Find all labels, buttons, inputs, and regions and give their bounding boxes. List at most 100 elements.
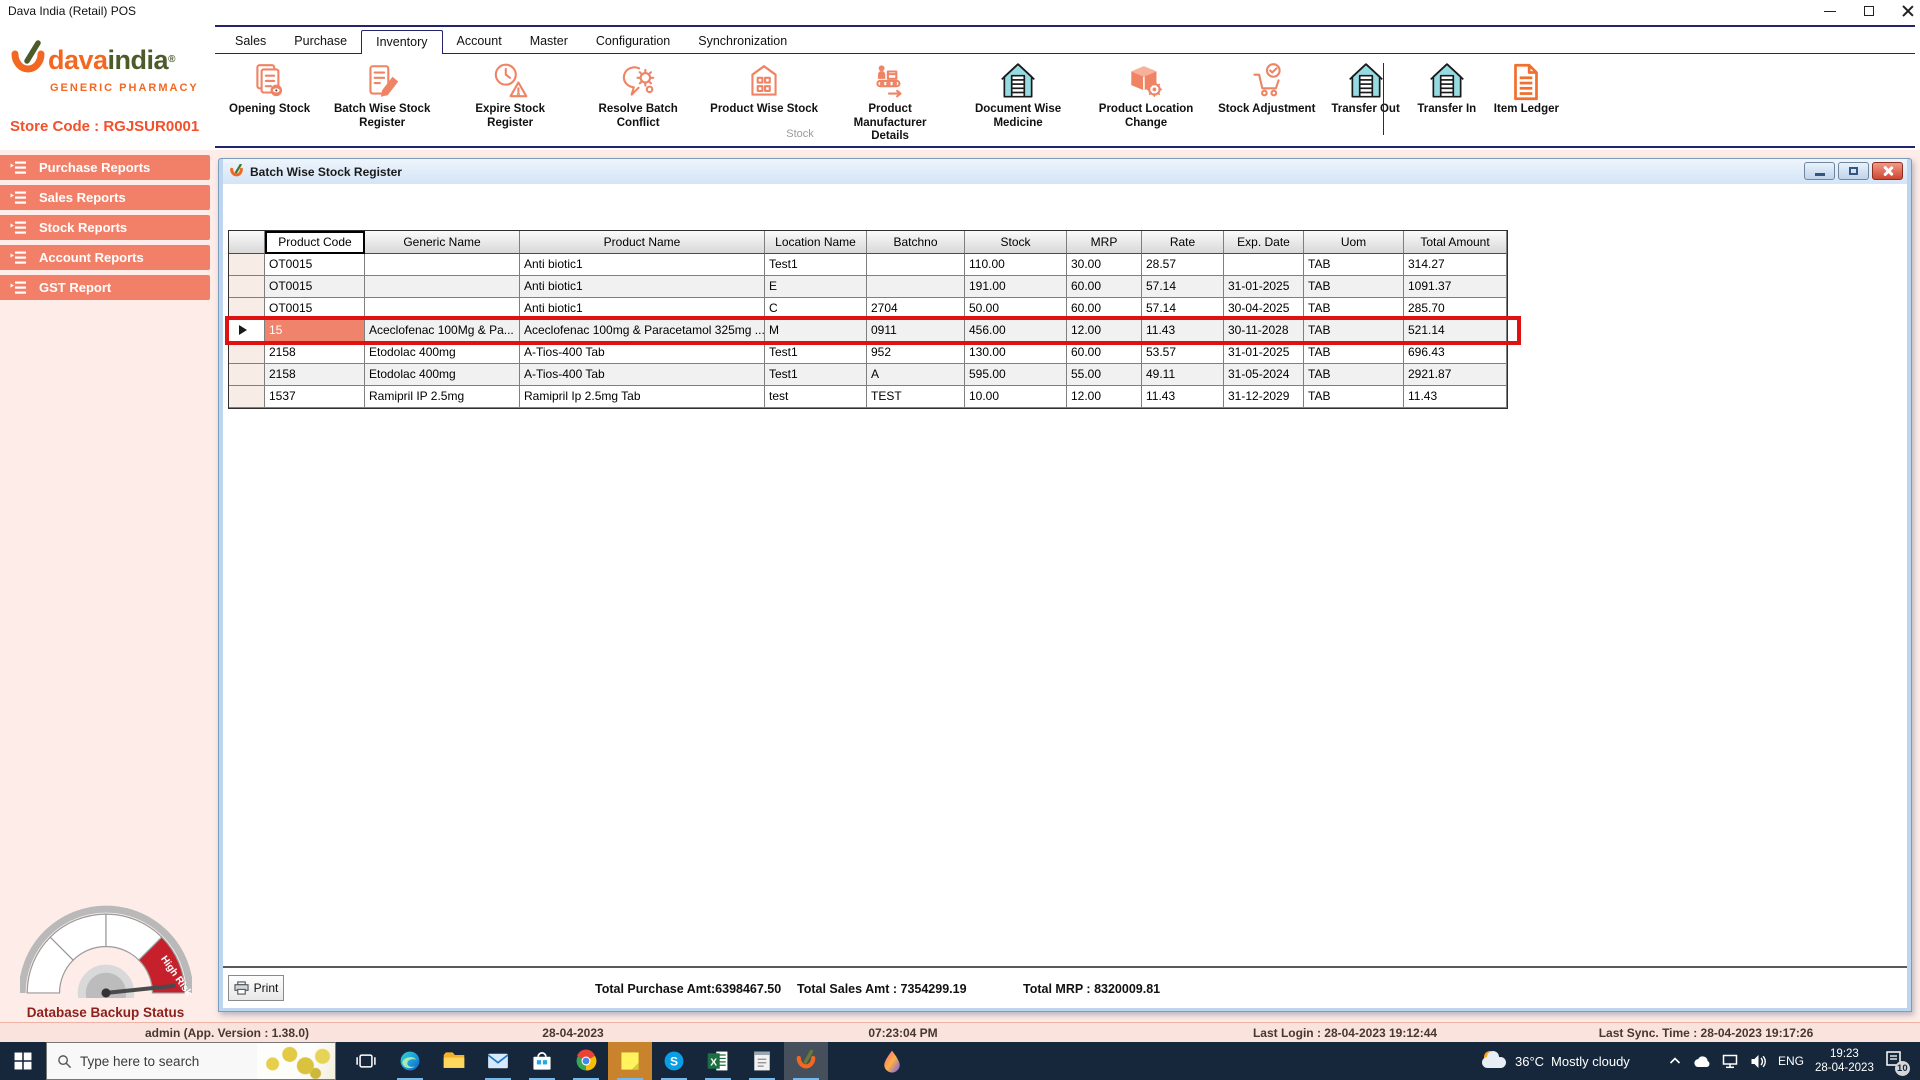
cell-batchno[interactable]: 952 <box>867 342 965 364</box>
taskbar-clock[interactable]: 19:23 28-04-2023 <box>1815 1047 1874 1076</box>
child-minimize-button[interactable] <box>1804 162 1835 180</box>
cell-exp-date[interactable] <box>1224 254 1304 276</box>
taskbar-task-view-icon[interactable] <box>344 1042 388 1080</box>
cell-rate[interactable]: 53.57 <box>1142 342 1224 364</box>
cell-uom[interactable]: TAB <box>1304 342 1404 364</box>
cell-product-code[interactable]: OT0015 <box>265 276 365 298</box>
row-indicator-cell[interactable] <box>229 342 265 364</box>
sidebar-item-gst-report[interactable]: GST Report <box>0 275 210 300</box>
cell-uom[interactable]: TAB <box>1304 276 1404 298</box>
column-header-product-name[interactable]: Product Name <box>520 231 765 254</box>
cell-generic-name[interactable] <box>365 276 520 298</box>
column-header-mrp[interactable]: MRP <box>1067 231 1142 254</box>
cell-product-name[interactable]: Aceclofenac 100mg & Paracetamol 325mg ..… <box>520 320 765 342</box>
cell-mrp[interactable]: 60.00 <box>1067 276 1142 298</box>
cell-location-name[interactable]: Test1 <box>765 342 867 364</box>
taskbar-file-explorer-icon[interactable] <box>432 1042 476 1080</box>
search-input[interactable]: Type here to search <box>46 1042 336 1080</box>
cell-product-name[interactable]: Anti biotic1 <box>520 298 765 320</box>
cell-location-name[interactable]: test <box>765 386 867 408</box>
cell-mrp[interactable]: 55.00 <box>1067 364 1142 386</box>
sidebar-item-account-reports[interactable]: Account Reports <box>0 245 210 270</box>
column-header-location-name[interactable]: Location Name <box>765 231 867 254</box>
close-icon[interactable] <box>1902 5 1914 17</box>
taskbar-chrome-icon[interactable] <box>564 1042 608 1080</box>
cell-mrp[interactable]: 30.00 <box>1067 254 1142 276</box>
ribbon-button-opening-stock[interactable]: Opening Stock <box>229 61 310 117</box>
ribbon-button-product-location-change[interactable]: Product Location Change <box>1090 61 1202 130</box>
print-button[interactable]: Print <box>228 975 284 1001</box>
cell-stock[interactable]: 10.00 <box>965 386 1067 408</box>
sidebar-item-sales-reports[interactable]: Sales Reports <box>0 185 210 210</box>
cell-uom[interactable]: TAB <box>1304 298 1404 320</box>
taskbar-edge-icon[interactable] <box>388 1042 432 1080</box>
tab-configuration[interactable]: Configuration <box>582 30 684 54</box>
table-row[interactable]: OT0015Anti biotic1C270450.0060.0057.1430… <box>229 298 1507 320</box>
tab-account[interactable]: Account <box>443 30 516 54</box>
cell-exp-date[interactable]: 31-05-2024 <box>1224 364 1304 386</box>
column-header-generic-name[interactable]: Generic Name <box>365 231 520 254</box>
cell-batchno[interactable]: 0911 <box>867 320 965 342</box>
cell-stock[interactable]: 50.00 <box>965 298 1067 320</box>
weather-widget[interactable]: 36°C Mostly cloudy <box>1482 1042 1630 1080</box>
cell-rate[interactable]: 57.14 <box>1142 276 1224 298</box>
cell-generic-name[interactable] <box>365 298 520 320</box>
cell-product-code[interactable]: OT0015 <box>265 298 365 320</box>
table-row[interactable]: 1537Ramipril IP 2.5mgRamipril Ip 2.5mg T… <box>229 386 1507 408</box>
cell-batchno[interactable]: 2704 <box>867 298 965 320</box>
ribbon-button-stock-adjustment[interactable]: Stock Adjustment <box>1218 61 1315 117</box>
table-row[interactable]: 15Aceclofenac 100Mg & Pa...Aceclofenac 1… <box>229 320 1507 342</box>
ribbon-button-product-wise-stock[interactable]: Product Wise Stock <box>710 61 818 117</box>
cell-stock[interactable]: 130.00 <box>965 342 1067 364</box>
cell-batchno[interactable]: A <box>867 364 965 386</box>
taskbar-paint-drop-icon[interactable] <box>870 1042 914 1080</box>
cell-stock[interactable]: 595.00 <box>965 364 1067 386</box>
taskbar-store-icon[interactable] <box>520 1042 564 1080</box>
cell-generic-name[interactable] <box>365 254 520 276</box>
language-indicator[interactable]: ENG <box>1778 1054 1804 1068</box>
cell-stock[interactable]: 110.00 <box>965 254 1067 276</box>
child-restore-button[interactable] <box>1838 162 1869 180</box>
ribbon-button-document-wise-medicine[interactable]: Document Wise Medicine <box>962 61 1074 130</box>
row-indicator-cell[interactable] <box>229 298 265 320</box>
cell-rate[interactable]: 28.57 <box>1142 254 1224 276</box>
row-indicator-cell[interactable] <box>229 386 265 408</box>
row-indicator-cell[interactable] <box>229 364 265 386</box>
maximize-icon[interactable] <box>1864 6 1874 16</box>
cell-product-name[interactable]: A-Tios-400 Tab <box>520 364 765 386</box>
chevron-up-icon[interactable] <box>1668 1054 1682 1068</box>
cell-exp-date[interactable]: 31-01-2025 <box>1224 342 1304 364</box>
minimize-icon[interactable] <box>1824 11 1836 12</box>
taskbar-notepad-icon[interactable] <box>740 1042 784 1080</box>
cell-mrp[interactable]: 60.00 <box>1067 298 1142 320</box>
cell-mrp[interactable]: 60.00 <box>1067 342 1142 364</box>
taskbar-davaindia-icon[interactable] <box>784 1042 828 1080</box>
tab-sales[interactable]: Sales <box>221 30 280 54</box>
cell-exp-date[interactable]: 30-04-2025 <box>1224 298 1304 320</box>
cell-batchno[interactable] <box>867 276 965 298</box>
cell-stock[interactable]: 456.00 <box>965 320 1067 342</box>
ribbon-button-transfer-out[interactable]: Transfer Out <box>1331 61 1399 117</box>
cell-product-name[interactable]: Anti biotic1 <box>520 254 765 276</box>
cell-location-name[interactable]: Test1 <box>765 254 867 276</box>
cell-exp-date[interactable]: 31-01-2025 <box>1224 276 1304 298</box>
row-indicator-cell[interactable] <box>229 320 265 342</box>
ribbon-button-resolve-batch-conflict[interactable]: Resolve Batch Conflict <box>582 61 694 130</box>
table-row[interactable]: OT0015Anti biotic1E191.0060.0057.1431-01… <box>229 276 1507 298</box>
row-indicator-cell[interactable] <box>229 276 265 298</box>
table-row[interactable]: 2158Etodolac 400mgA-Tios-400 TabTest1952… <box>229 342 1507 364</box>
cell-location-name[interactable]: C <box>765 298 867 320</box>
cell-location-name[interactable]: M <box>765 320 867 342</box>
cell-exp-date[interactable]: 30-11-2028 <box>1224 320 1304 342</box>
cell-mrp[interactable]: 12.00 <box>1067 320 1142 342</box>
column-header-total-amount[interactable]: Total Amount <box>1404 231 1507 254</box>
column-header-rate[interactable]: Rate <box>1142 231 1224 254</box>
ribbon-button-transfer-in[interactable]: Transfer In <box>1416 61 1478 117</box>
cell-batchno[interactable]: TEST <box>867 386 965 408</box>
taskbar-skype-icon[interactable]: S <box>652 1042 696 1080</box>
cell-rate[interactable]: 11.43 <box>1142 386 1224 408</box>
taskbar-mail-icon[interactable] <box>476 1042 520 1080</box>
cell-total-amount[interactable]: 696.43 <box>1404 342 1507 364</box>
cell-exp-date[interactable]: 31-12-2029 <box>1224 386 1304 408</box>
ribbon-button-item-ledger[interactable]: Item Ledger <box>1494 61 1559 117</box>
